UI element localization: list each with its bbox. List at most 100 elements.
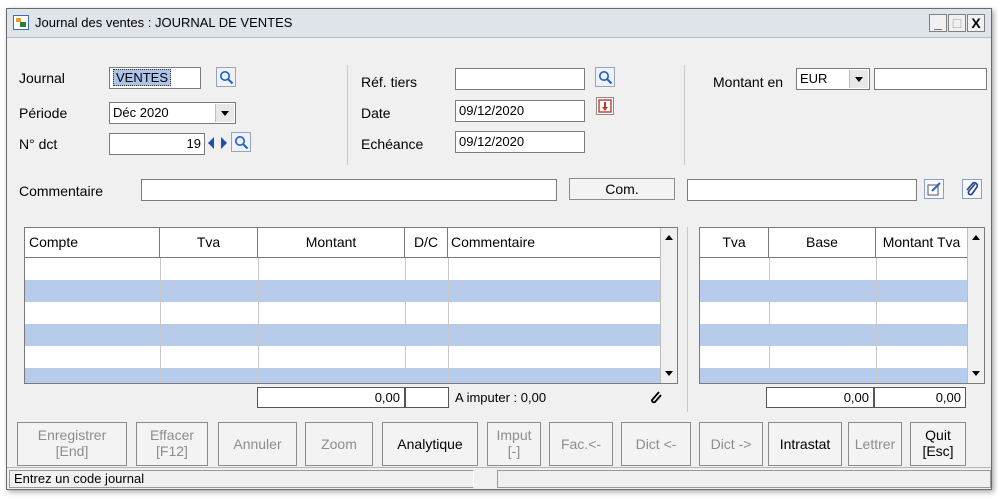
main-grid: Compte Tva Montant D/C Commentaire [24, 227, 678, 384]
ndct-search-icon[interactable] [231, 132, 251, 152]
journal-window: Journal des ventes : JOURNAL DE VENTES _… [6, 8, 992, 490]
analytique-label: Analytique [397, 436, 463, 452]
date-field[interactable]: 09/12/2020 [455, 100, 585, 122]
grid-divider [160, 258, 161, 383]
close-button[interactable]: X [967, 14, 985, 32]
title-bar: Journal des ventes : JOURNAL DE VENTES _… [7, 9, 991, 38]
table-row[interactable] [25, 258, 660, 280]
echeance-field[interactable]: 09/12/2020 [455, 131, 585, 153]
col-commentaire[interactable]: Commentaire [448, 228, 660, 257]
imput-button[interactable]: Imput [-] [487, 422, 541, 466]
lettrer-button[interactable]: Lettrer [848, 422, 902, 466]
table-row[interactable] [700, 280, 967, 302]
table-row[interactable] [700, 302, 967, 324]
periode-label: Période [19, 105, 68, 121]
table-row[interactable] [25, 280, 660, 302]
enregistrer-shortcut: [End] [55, 443, 89, 459]
lettrer-label: Lettrer [854, 436, 896, 452]
scroll-up-icon[interactable] [662, 230, 676, 246]
dict-forward-button[interactable]: Dict -> [699, 422, 763, 466]
col-base[interactable]: Base [769, 228, 876, 257]
col-dc[interactable]: D/C [405, 228, 448, 257]
total-montant: 0,00 [257, 387, 405, 408]
montant-field[interactable] [874, 68, 987, 90]
echeance-value: 09/12/2020 [459, 134, 525, 149]
col-montant[interactable]: Montant [258, 228, 405, 257]
journal-value: VENTES [113, 69, 172, 86]
total-dc [405, 387, 449, 408]
main-grid-scrollbar[interactable] [660, 228, 677, 383]
tva-grid-header: Tva Base Montant Tva [700, 228, 967, 258]
col-tva-rate[interactable]: Tva [700, 228, 769, 257]
ref-tiers-search-icon[interactable] [595, 67, 615, 87]
fac-button[interactable]: Fac.<- [549, 422, 613, 466]
next-arrow-icon[interactable] [218, 135, 229, 151]
com-field[interactable] [687, 179, 917, 201]
annuler-button[interactable]: Annuler [218, 422, 297, 466]
ndct-label: N° dct [19, 136, 58, 152]
window-title: Journal des ventes : JOURNAL DE VENTES [35, 15, 293, 30]
dict-back-button[interactable]: Dict <- [621, 422, 691, 466]
imput-shortcut: [-] [507, 443, 521, 459]
ref-tiers-label: Réf. tiers [361, 74, 418, 90]
intrastat-label: Intrastat [779, 436, 831, 452]
scroll-down-icon[interactable] [662, 365, 676, 381]
grid-separator [687, 227, 688, 412]
table-row[interactable] [25, 324, 660, 346]
journal-search-icon[interactable] [216, 67, 236, 87]
analytique-button[interactable]: Analytique [382, 422, 478, 466]
date-value: 09/12/2020 [459, 103, 525, 118]
chevron-down-icon[interactable] [215, 104, 234, 122]
enregistrer-label: Enregistrer [37, 427, 107, 443]
table-row[interactable] [25, 346, 660, 368]
main-grid-header: Compte Tva Montant D/C Commentaire [25, 228, 660, 258]
chevron-down-icon[interactable] [849, 70, 868, 88]
table-row[interactable] [700, 346, 967, 368]
table-row[interactable] [25, 302, 660, 324]
zoom-button[interactable]: Zoom [305, 422, 373, 466]
maximize-button[interactable]: □ [948, 14, 966, 32]
grid-divider [448, 258, 449, 383]
table-row[interactable] [700, 324, 967, 346]
table-row[interactable] [700, 368, 967, 383]
grid-divider [876, 258, 877, 383]
com-button[interactable]: Com. [569, 178, 675, 200]
ndct-field[interactable]: 19 [109, 133, 205, 155]
intrastat-button[interactable]: Intrastat [768, 422, 842, 466]
a-imputer-label: A imputer : 0,00 [455, 390, 547, 405]
ndct-value: 19 [186, 136, 201, 151]
col-montant-tva[interactable]: Montant Tva [876, 228, 967, 257]
col-compte[interactable]: Compte [25, 228, 160, 257]
currency-select[interactable]: EUR [796, 68, 870, 90]
quit-button[interactable]: Quit [Esc] [910, 422, 966, 466]
ref-tiers-field[interactable] [455, 68, 585, 90]
enregistrer-button[interactable]: Enregistrer [End] [17, 422, 127, 466]
paperclip-icon[interactable] [648, 389, 664, 405]
previous-arrow-icon[interactable] [206, 135, 217, 151]
table-row[interactable] [25, 368, 660, 383]
paperclip-icon[interactable] [962, 179, 982, 199]
col-tva[interactable]: Tva [160, 228, 258, 257]
grid-divider [769, 258, 770, 383]
commentaire-field[interactable] [141, 179, 557, 201]
journal-label: Journal [19, 70, 65, 86]
periode-select[interactable]: Déc 2020 [109, 102, 236, 124]
grid-divider [258, 258, 259, 383]
journal-field[interactable]: VENTES [109, 67, 201, 89]
table-row[interactable] [700, 258, 967, 280]
fac-label: Fac.<- [560, 436, 602, 452]
scroll-up-icon[interactable] [969, 230, 983, 246]
tva-grid-scrollbar[interactable] [967, 228, 984, 383]
montant-en-label: Montant en [713, 74, 784, 90]
minimize-button[interactable]: _ [929, 14, 947, 32]
edit-note-icon[interactable] [924, 179, 944, 199]
currency-value: EUR [800, 71, 828, 86]
scroll-down-icon[interactable] [969, 365, 983, 381]
calendar-icon[interactable] [596, 97, 614, 115]
quit-shortcut: [Esc] [922, 443, 954, 459]
effacer-button[interactable]: Effacer [F12] [136, 422, 208, 466]
total-montant-tva: 0,00 [874, 387, 966, 408]
periode-value: Déc 2020 [113, 105, 169, 120]
journal-app-icon [13, 15, 29, 30]
tva-grid: Tva Base Montant Tva [699, 227, 985, 384]
